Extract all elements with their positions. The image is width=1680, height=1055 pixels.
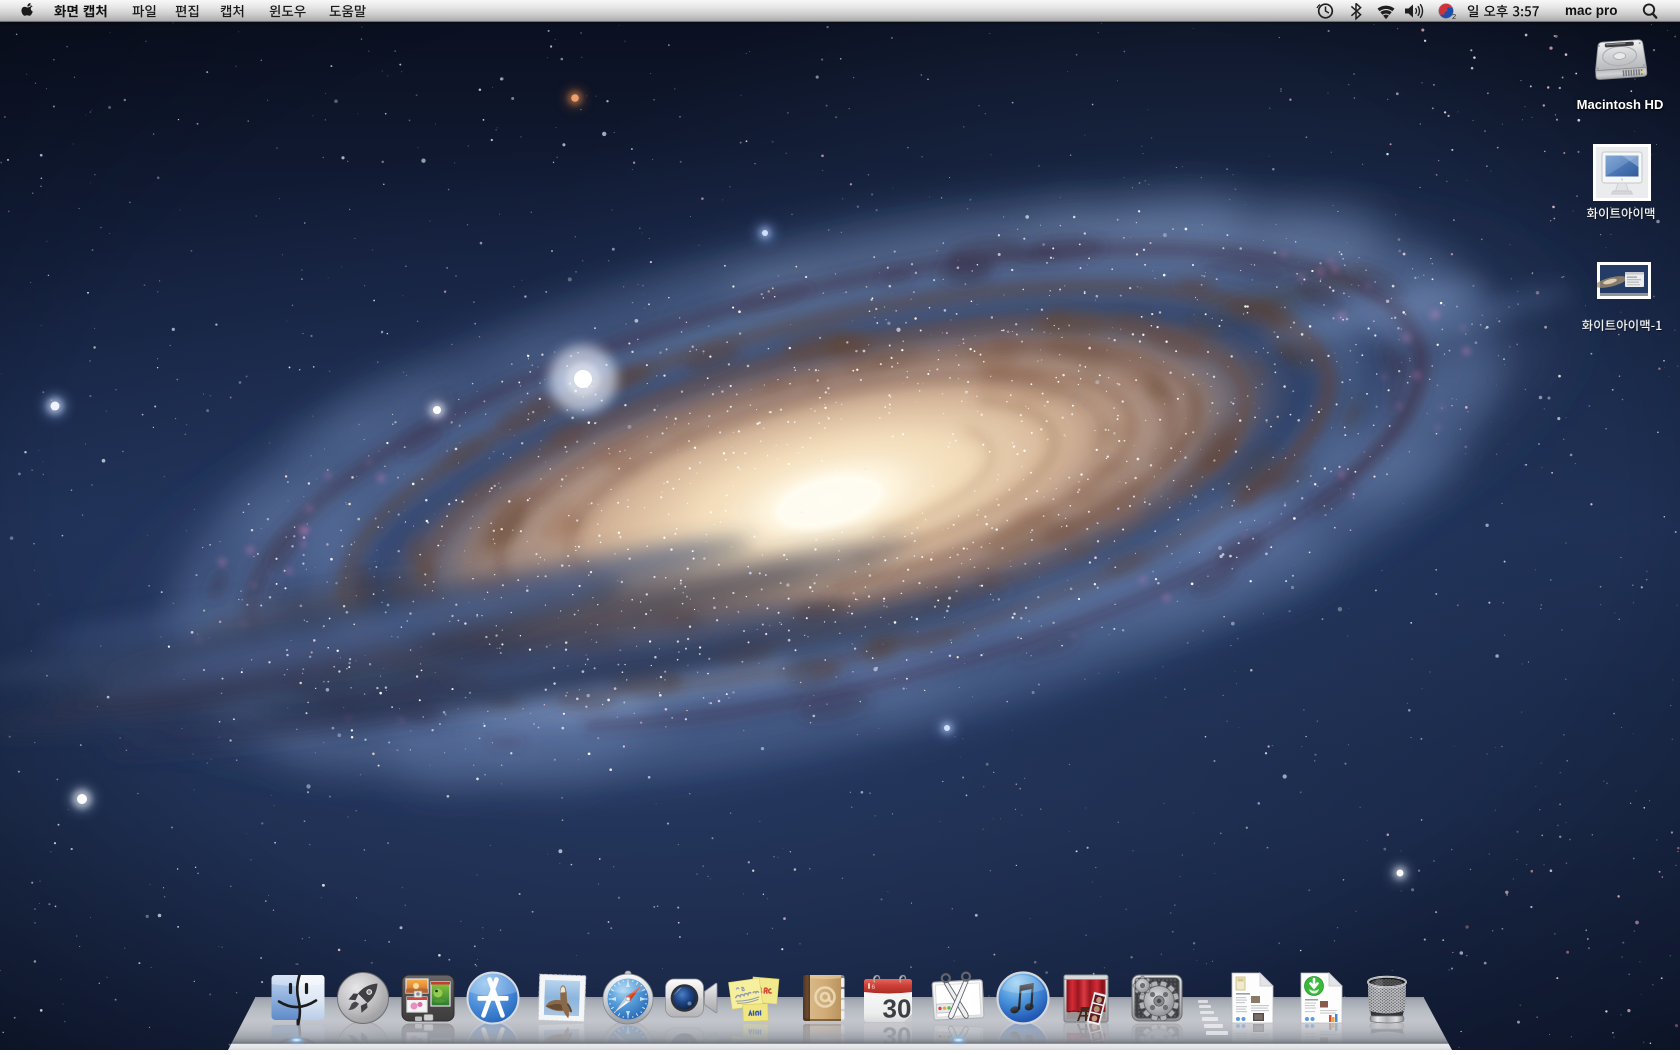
- svg-text:2: 2: [1452, 12, 1456, 21]
- svg-text:6: 6: [872, 984, 876, 991]
